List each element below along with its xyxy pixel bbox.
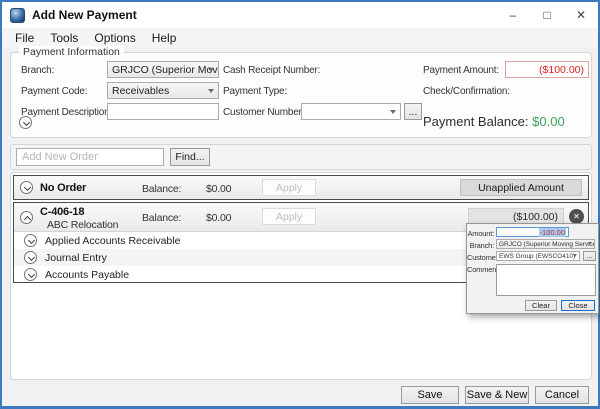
chevron-down-icon	[573, 254, 577, 257]
popup-customer-dropdown[interactable]: EWS Group (EWSCO410)	[496, 251, 580, 261]
branch-dropdown[interactable]: GRJCO (Superior Movir	[107, 61, 219, 78]
cash-receipt-number-label: Cash Receipt Number:	[223, 65, 320, 76]
expander-down-icon[interactable]	[20, 181, 33, 194]
unapplied-amount-badge: Unapplied Amount	[460, 179, 582, 196]
window-controls: – □ ✕	[496, 2, 598, 28]
expander-down-icon[interactable]	[24, 268, 37, 281]
window-title: Add New Payment	[32, 8, 137, 22]
save-button[interactable]: Save	[401, 386, 459, 404]
chevron-down-icon	[390, 110, 396, 114]
popup-customer-browse-button[interactable]: ...	[583, 251, 596, 261]
payment-description-input[interactable]	[107, 103, 219, 120]
payment-information-panel: Payment Information Branch: GRJCO (Super…	[10, 52, 592, 138]
menu-options[interactable]: Options	[86, 29, 143, 47]
cancel-button[interactable]: Cancel	[535, 386, 589, 404]
customer-browse-button[interactable]: ...	[404, 103, 422, 120]
payment-code-value: Receivables	[112, 85, 169, 97]
order-apply-button[interactable]: Apply	[262, 208, 316, 225]
expander-down-icon[interactable]	[19, 116, 32, 129]
maximize-button[interactable]: □	[530, 2, 564, 28]
popup-close-button[interactable]: Close	[561, 300, 595, 311]
save-and-new-button[interactable]: Save & New	[465, 386, 529, 404]
customer-number-dropdown[interactable]	[301, 103, 401, 120]
popup-branch-dropdown[interactable]: GRJCO (Superior Moving Services of CO)	[496, 239, 595, 249]
remove-order-icon[interactable]	[569, 209, 584, 224]
amount-detail-popup: Amount: -100.00 Branch: GRJCO (Superior …	[466, 223, 599, 314]
order-balance-label: Balance:	[142, 212, 181, 224]
payment-description-label: Payment Description:	[21, 107, 112, 118]
app-icon	[10, 8, 25, 23]
payment-amount-input[interactable]: ($100.00)	[505, 61, 589, 78]
payment-information-legend: Payment Information	[19, 46, 124, 58]
section-label: Journal Entry	[45, 252, 107, 264]
popup-customer-label: Customer:	[467, 253, 494, 262]
payment-type-label: Payment Type:	[223, 86, 287, 97]
popup-branch-label: Branch:	[467, 241, 494, 250]
branch-value: GRJCO (Superior Movir	[112, 64, 219, 76]
no-order-balance-label: Balance:	[142, 183, 181, 195]
minimize-button[interactable]: –	[496, 2, 530, 28]
payment-code-dropdown[interactable]: Receivables	[107, 82, 219, 99]
menu-bar: File Tools Options Help	[2, 28, 598, 48]
popup-customer-value: EWS Group (EWSCO410)	[499, 253, 575, 260]
order-number: C-406-18	[40, 206, 84, 218]
section-label: Applied Accounts Receivable	[45, 235, 180, 247]
popup-branch-value: GRJCO (Superior Moving Services of CO)	[499, 241, 595, 248]
order-name: ABC Relocation	[47, 219, 118, 231]
add-new-order-input[interactable]	[16, 148, 164, 166]
popup-amount-input[interactable]: -100.00	[496, 227, 569, 237]
no-order-row[interactable]: No Order Balance: $0.00 Apply Unapplied …	[13, 175, 589, 200]
find-button[interactable]: Find...	[170, 148, 210, 166]
menu-help[interactable]: Help	[144, 29, 185, 47]
no-order-apply-button[interactable]: Apply	[262, 179, 316, 196]
popup-clear-button[interactable]: Clear	[525, 300, 557, 311]
payment-balance: Payment Balance: $0.00	[423, 114, 565, 129]
chevron-down-icon	[208, 68, 214, 72]
popup-comments-label: Comments:	[467, 265, 494, 274]
popup-comments-textarea[interactable]	[496, 264, 596, 296]
no-order-title: No Order	[40, 182, 86, 194]
order-search-band: Find...	[10, 144, 592, 170]
selected-amount-text: -100.00	[539, 228, 566, 237]
order-balance-value: $0.00	[206, 212, 231, 224]
branch-label: Branch:	[21, 65, 54, 76]
close-button[interactable]: ✕	[564, 2, 598, 28]
expander-up-icon[interactable]	[20, 211, 33, 224]
chevron-down-icon	[588, 242, 592, 245]
menu-tools[interactable]: Tools	[42, 29, 86, 47]
add-new-payment-window: Add New Payment – □ ✕ File Tools Options…	[0, 0, 600, 409]
customer-number-label: Customer Number:	[223, 107, 304, 118]
payment-code-label: Payment Code:	[21, 86, 87, 97]
no-order-balance-value: $0.00	[206, 183, 231, 195]
popup-amount-label: Amount:	[467, 229, 494, 238]
chevron-down-icon	[208, 89, 214, 93]
payment-amount-label: Payment Amount:	[423, 65, 499, 76]
title-bar: Add New Payment – □ ✕	[2, 2, 598, 28]
check-confirmation-label: Check/Confirmation:	[423, 86, 510, 97]
footer-button-bar: Save Save & New Cancel	[401, 386, 589, 404]
expander-down-icon[interactable]	[24, 251, 37, 264]
payment-balance-label: Payment Balance:	[423, 114, 529, 129]
menu-file[interactable]: File	[7, 29, 42, 47]
section-label: Accounts Payable	[45, 269, 129, 281]
payment-balance-value: $0.00	[532, 114, 565, 129]
expander-down-icon[interactable]	[24, 234, 37, 247]
